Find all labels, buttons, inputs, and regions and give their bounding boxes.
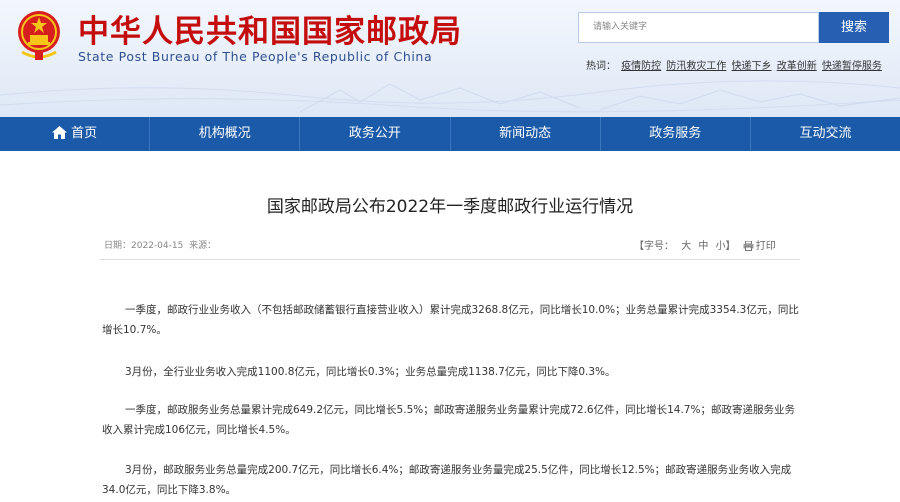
hotword-link[interactable]: 防汛救灾工作 xyxy=(666,61,726,72)
hotword-link[interactable]: 快递暂停服务 xyxy=(822,61,882,72)
main-nav: 首页 机构概况 政务公开 新闻动态 政务服务 互动交流 xyxy=(0,117,900,151)
paragraph-text: 一季度，邮政服务业务总量累计完成649.2亿元，同比增长5.5%；邮政寄递服务业… xyxy=(102,404,795,436)
hotword-link[interactable]: 改革创新 xyxy=(777,61,817,72)
article-meta: 日期：2022-04-15 来源： xyxy=(104,238,216,251)
nav-item-government-affairs[interactable]: 政务公开 xyxy=(300,117,451,151)
nav-item-services[interactable]: 政务服务 xyxy=(601,117,751,151)
date-label: 日期： xyxy=(104,241,132,251)
meta-divider xyxy=(100,259,800,260)
print-link[interactable]: 打印 xyxy=(743,241,780,252)
home-icon xyxy=(52,126,68,139)
source-label: 来源： xyxy=(189,241,217,251)
font-size-label: 【字号： xyxy=(634,241,674,252)
article-paragraph: 3月份，邮政服务业务总量完成200.7亿元，同比增长6.4%；邮政寄递服务业务量… xyxy=(102,460,802,500)
nav-item-news[interactable]: 新闻动态 xyxy=(451,117,601,151)
publish-date: 2022-04-15 xyxy=(131,241,184,251)
nav-item-organization[interactable]: 机构概况 xyxy=(150,117,301,151)
print-icon xyxy=(743,241,754,251)
paragraph-text: 一季度，邮政行业业务收入（不包括邮政储蓄银行直接营业收入）累计完成3268.8亿… xyxy=(102,304,799,336)
font-size-small-link[interactable]: 小】 xyxy=(716,241,736,252)
national-emblem-icon xyxy=(18,11,60,60)
print-label: 打印 xyxy=(755,241,776,252)
nav-item-label: 首页 xyxy=(71,126,98,141)
site-title-en: State Post Bureau of The People's Republ… xyxy=(78,49,433,64)
nav-item-home[interactable]: 首页 xyxy=(0,117,151,151)
paragraph-text: 3月份，邮政服务业务总量完成200.7亿元，同比增长6.4%；邮政寄递服务业务量… xyxy=(102,464,792,496)
article-paragraph: 一季度，邮政服务业务总量累计完成649.2亿元，同比增长5.5%；邮政寄递服务业… xyxy=(102,400,802,440)
site-title-cn[interactable]: 中华人民共和国国家邮政局 xyxy=(78,6,462,51)
site-header: 中华人民共和国国家邮政局 State Post Bureau of The Pe… xyxy=(0,0,900,117)
paragraph-text: 3月份，全行业业务收入完成1100.8亿元，同比增长0.3%；业务总量完成113… xyxy=(125,366,616,378)
hotwords-bar: 热词： 疫情防控 防汛救灾工作 快递下乡 改革创新 快递暂停服务 xyxy=(586,57,884,72)
search-button[interactable]: 搜索 xyxy=(819,12,889,43)
font-size-medium-link[interactable]: 中 xyxy=(698,241,708,252)
hotwords-label: 热词： xyxy=(586,61,616,72)
article-paragraph: 3月份，全行业业务收入完成1100.8亿元，同比增长0.3%；业务总量完成113… xyxy=(102,362,802,382)
article-tools: 【字号： 大 中 小】 打印 xyxy=(634,237,784,252)
article-title: 国家邮政局公布2022年一季度邮政行业运行情况 xyxy=(266,197,634,217)
font-size-large-link[interactable]: 大 xyxy=(681,241,691,252)
hotword-link[interactable]: 疫情防控 xyxy=(621,61,661,72)
nav-item-interaction[interactable]: 互动交流 xyxy=(751,117,900,151)
search-input[interactable]: 请输入关键字 xyxy=(578,12,819,43)
article-paragraph: 一季度，邮政行业业务收入（不包括邮政储蓄银行直接营业收入）累计完成3268.8亿… xyxy=(102,300,802,340)
hotword-link[interactable]: 快递下乡 xyxy=(732,61,772,72)
